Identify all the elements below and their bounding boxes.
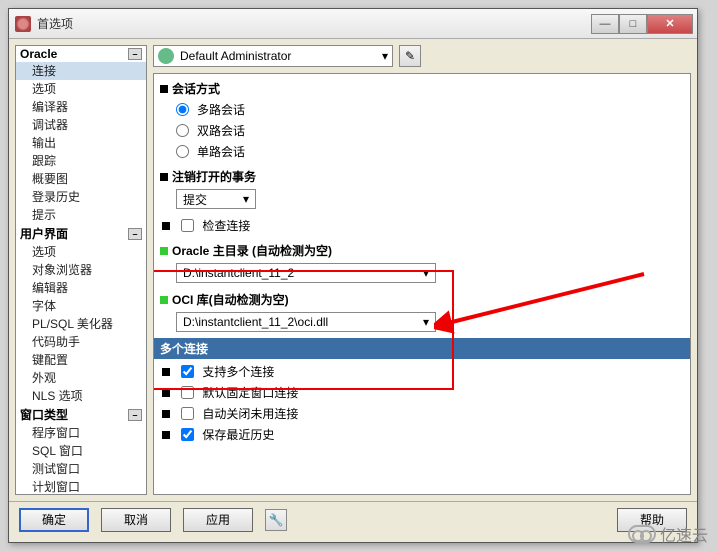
settings-panel: 会话方式 多路会话 双路会话 单路会话 注销打开的事务 提交▾ 检查连接 Ora… [153, 73, 691, 495]
tree-item[interactable]: NLS 选项 [16, 387, 146, 405]
chevron-down-icon: ▾ [419, 266, 433, 280]
app-icon [15, 16, 31, 32]
collapse-icon[interactable]: – [128, 228, 142, 240]
pin-window-conn-checkbox[interactable] [181, 386, 194, 399]
tree-item[interactable]: 选项 [16, 243, 146, 261]
tree-item[interactable]: 字体 [16, 297, 146, 315]
profile-label: Default Administrator [180, 49, 291, 63]
close-button[interactable]: ✕ [647, 14, 693, 34]
tree-item[interactable]: SQL 窗口 [16, 442, 146, 460]
tree-item[interactable]: 编辑器 [16, 279, 146, 297]
tree-item[interactable]: 编译器 [16, 98, 146, 116]
preferences-dialog: 首选项 — □ ✕ Oracle– 连接 选项 编译器 调试器 输出 跟踪 概要… [8, 8, 698, 543]
group-oci-lib: OCI 库(自动检测为空) [160, 289, 684, 310]
chevron-down-icon: ▾ [382, 49, 388, 63]
tree-item[interactable]: 跟踪 [16, 152, 146, 170]
ok-button[interactable]: 确定 [19, 508, 89, 532]
tree-item[interactable]: 选项 [16, 80, 146, 98]
radio-single-session[interactable] [176, 145, 189, 158]
group-multi-connection: 多个连接 [154, 338, 690, 359]
autoclose-conn-checkbox[interactable] [181, 407, 194, 420]
maximize-button[interactable]: □ [619, 14, 647, 34]
cancel-button[interactable]: 取消 [101, 508, 171, 532]
group-session-mode: 会话方式 [160, 78, 684, 99]
collapse-icon[interactable]: – [128, 409, 142, 421]
save-history-checkbox[interactable] [181, 428, 194, 441]
tree-item[interactable]: 概要图 [16, 170, 146, 188]
logoff-select[interactable]: 提交▾ [176, 189, 256, 209]
window-title: 首选项 [37, 15, 591, 32]
chevron-down-icon: ▾ [419, 315, 433, 329]
collapse-icon[interactable]: – [128, 48, 142, 60]
tree-item[interactable]: PL/SQL 美化器 [16, 315, 146, 333]
profile-icon [158, 48, 174, 64]
watermark-icon [628, 525, 656, 543]
profile-bar: Default Administrator ▾ ✎ [153, 45, 691, 67]
tree-item[interactable]: 输出 [16, 134, 146, 152]
button-bar: 确定 取消 应用 🔧 帮助 [9, 501, 697, 537]
group-logoff: 注销打开的事务 [160, 166, 684, 187]
apply-button[interactable]: 应用 [183, 508, 253, 532]
oci-lib-input[interactable]: D:\instantclient_11_2\oci.dll▾ [176, 312, 436, 332]
tree-group-oracle[interactable]: Oracle– [16, 46, 146, 62]
tree-item[interactable]: 登录历史 [16, 188, 146, 206]
tree-group-window[interactable]: 窗口类型– [16, 405, 146, 424]
tree-item[interactable]: 对象浏览器 [16, 261, 146, 279]
category-tree[interactable]: Oracle– 连接 选项 编译器 调试器 输出 跟踪 概要图 登录历史 提示 … [15, 45, 147, 495]
oracle-home-input[interactable]: D:\instantclient_11_2▾ [176, 263, 436, 283]
tree-item[interactable]: 调试器 [16, 116, 146, 134]
titlebar: 首选项 — □ ✕ [9, 9, 697, 39]
profile-select[interactable]: Default Administrator ▾ [153, 45, 393, 67]
group-oracle-home: Oracle 主目录 (自动检测为空) [160, 240, 684, 261]
tree-item[interactable]: 测试窗口 [16, 460, 146, 478]
tree-item[interactable]: 键配置 [16, 351, 146, 369]
tree-item[interactable]: 提示 [16, 206, 146, 224]
tree-item[interactable]: 连接 [16, 62, 146, 80]
tree-item[interactable]: 程序窗口 [16, 424, 146, 442]
watermark: 亿速云 [628, 522, 708, 546]
minimize-button[interactable]: — [591, 14, 619, 34]
chevron-down-icon: ▾ [239, 192, 253, 206]
radio-dual-session[interactable] [176, 124, 189, 137]
support-multi-conn-checkbox[interactable] [181, 365, 194, 378]
tool-button[interactable]: 🔧 [265, 509, 287, 531]
check-connection-checkbox[interactable] [181, 219, 194, 232]
profile-action-button[interactable]: ✎ [399, 45, 421, 67]
tree-item[interactable]: 计划窗口 [16, 478, 146, 495]
tree-group-ui[interactable]: 用户界面– [16, 224, 146, 243]
radio-multi-session[interactable] [176, 103, 189, 116]
tree-item[interactable]: 外观 [16, 369, 146, 387]
tree-item[interactable]: 代码助手 [16, 333, 146, 351]
